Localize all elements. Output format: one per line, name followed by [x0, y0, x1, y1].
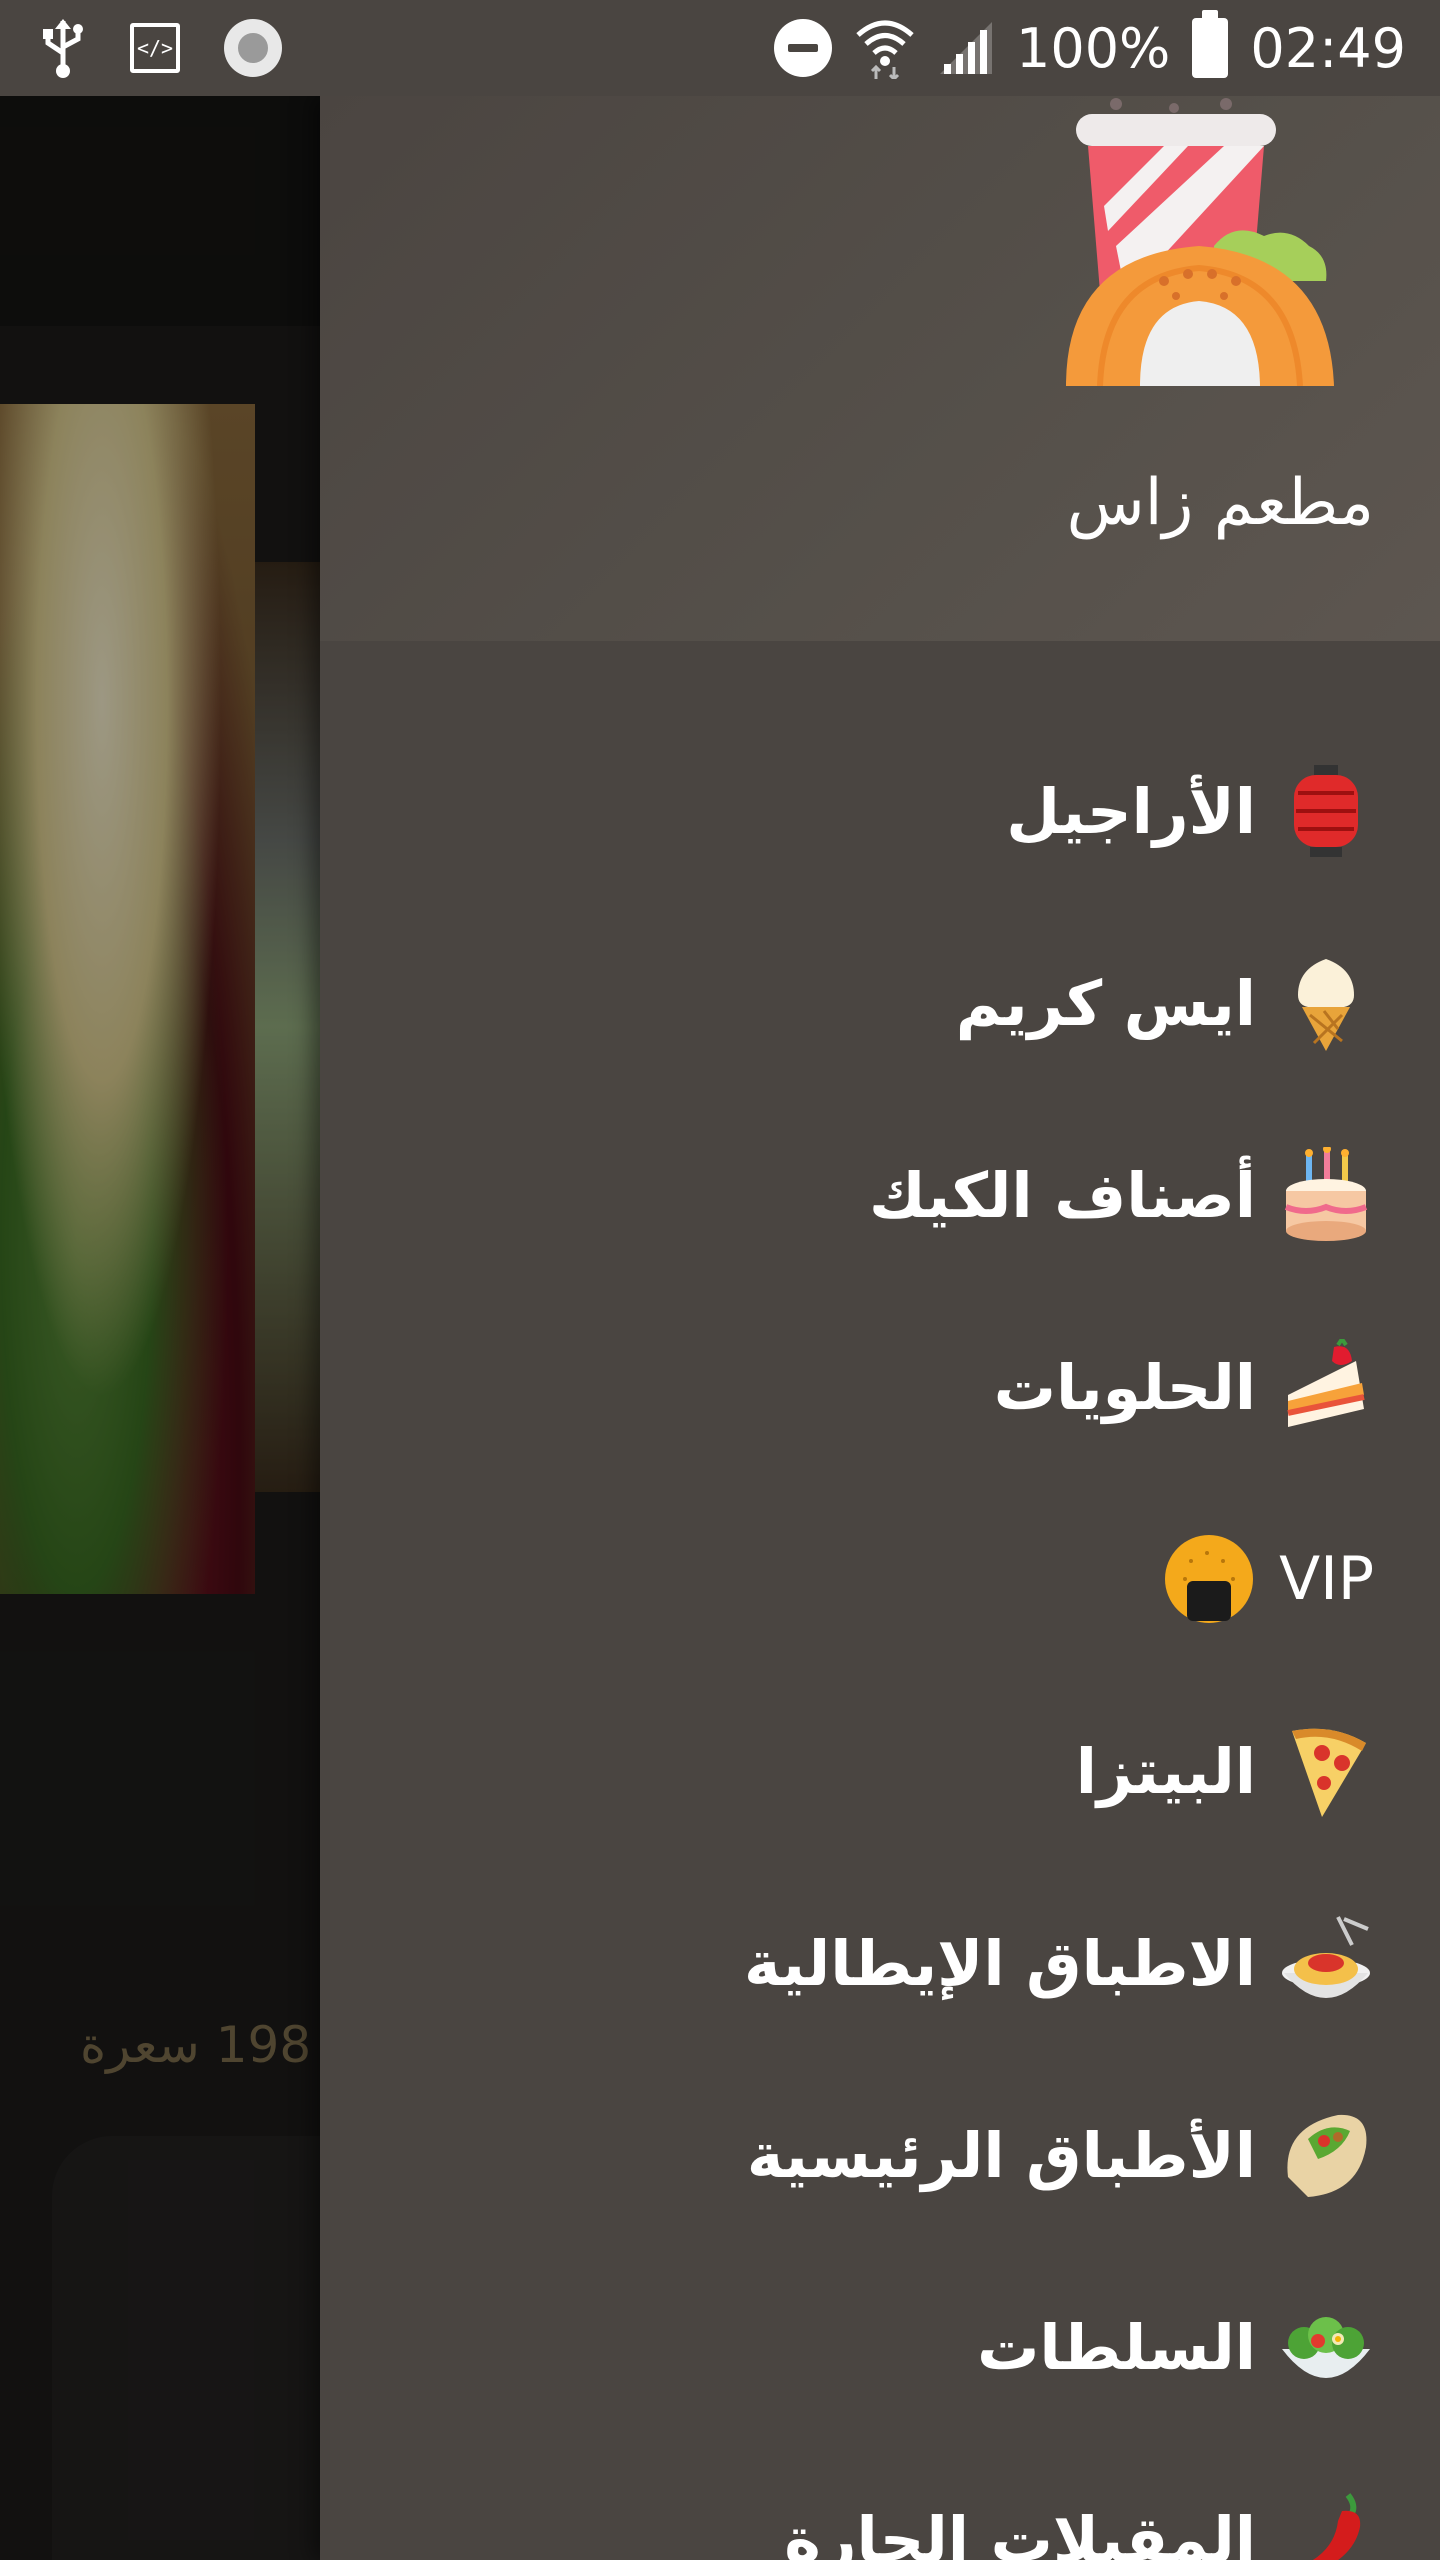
menu-item-hot-appetizers[interactable]: المقبلات الحارة	[320, 2443, 1440, 2560]
drawer-menu: الأراجيل ايس كريم أصناف الكيك الحلويات V…	[320, 715, 1440, 2560]
menu-item-pizza[interactable]: البيتزا	[320, 1675, 1440, 1867]
menu-item-sweets[interactable]: الحلويات	[320, 1291, 1440, 1483]
menu-item-ice-cream[interactable]: ايس كريم	[320, 907, 1440, 1099]
drawer-header: مطعم زاس	[320, 96, 1440, 641]
spaghetti-icon	[1278, 1915, 1374, 2011]
menu-item-label: الحلويات	[993, 1350, 1256, 1424]
menu-item-label: الاطباق الإيطالية	[744, 1926, 1256, 2000]
hot-pepper-icon	[1278, 2491, 1374, 2560]
usb-icon	[43, 19, 83, 78]
red-lantern-icon	[1278, 763, 1374, 859]
restaurant-logo	[1066, 98, 1334, 386]
status-bar-left: </>	[40, 17, 326, 79]
menu-item-label: البيتزا	[1075, 1734, 1256, 1808]
menu-item-vip[interactable]: VIP	[320, 1483, 1440, 1675]
status-bar: </> 100% 02:49	[0, 0, 1440, 96]
menu-item-label: الأطباق الرئيسية	[746, 2118, 1256, 2192]
shortcake-slice-icon	[1278, 1339, 1374, 1435]
ice-cream-cone-icon	[1278, 955, 1374, 1051]
menu-item-salads[interactable]: السلطات	[320, 2251, 1440, 2443]
clock: 02:49	[1250, 16, 1406, 80]
stuffed-flatbread-icon	[1278, 2107, 1374, 2203]
restaurant-name: مطعم زاس	[1066, 466, 1374, 540]
menu-item-main-dishes[interactable]: الأطباق الرئيسية	[320, 2059, 1440, 2251]
signal-icon	[939, 22, 992, 74]
menu-item-label: المقبلات الحارة	[784, 2502, 1256, 2560]
menu-item-label: الأراجيل	[1006, 774, 1256, 848]
menu-item-label: ايس كريم	[955, 966, 1256, 1040]
menu-item-label: السلطات	[977, 2310, 1256, 2384]
battery-percent: 100%	[1015, 16, 1171, 80]
menu-item-hookah[interactable]: الأراجيل	[320, 715, 1440, 907]
wifi-icon	[856, 20, 914, 79]
green-salad-icon	[1278, 2299, 1374, 2395]
rice-ball-icon	[1161, 1531, 1257, 1627]
status-bar-right: 100% 02:49	[752, 10, 1406, 80]
battery-icon	[1192, 10, 1229, 78]
screen-record-icon	[224, 19, 282, 77]
menu-item-italian-dishes[interactable]: الاطباق الإيطالية	[320, 1867, 1440, 2059]
developer-mode-icon: </>	[130, 23, 180, 73]
birthday-cake-icon	[1278, 1147, 1374, 1243]
menu-item-label: VIP	[1279, 1544, 1374, 1614]
do-not-disturb-icon	[773, 19, 832, 77]
menu-item-label: أصناف الكيك	[869, 1158, 1256, 1232]
menu-item-cake-types[interactable]: أصناف الكيك	[320, 1099, 1440, 1291]
navigation-drawer: مطعم زاس الأراجيل ايس كريم أصناف الكيك ا…	[320, 96, 1440, 2560]
pizza-slice-icon	[1278, 1723, 1374, 1819]
